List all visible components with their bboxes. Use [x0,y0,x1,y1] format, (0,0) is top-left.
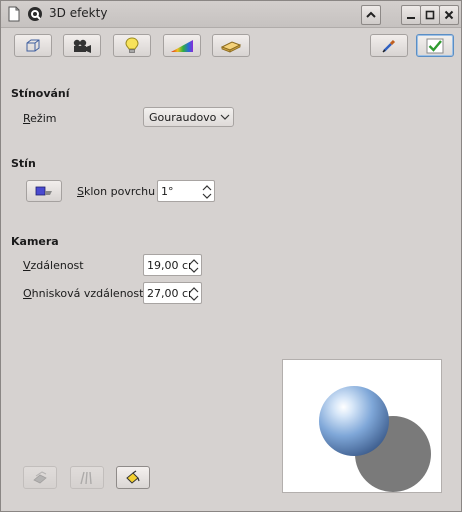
3d-effects-dialog: 3D efekty Stínování Režim Gouraudovo Stí… [0,0,462,512]
slant-label: Sklon povrchu [77,185,155,198]
spin-up-icon[interactable] [188,284,200,293]
distance-label-text: zdálenost [30,259,84,272]
material-button[interactable] [212,34,250,57]
slant-spinbox [157,180,215,202]
paint-bucket-icon [126,470,140,484]
lightbulb-icon [125,36,139,53]
spin-up-icon[interactable] [188,256,200,265]
shade-button[interactable] [361,5,381,25]
focal-length-label: Ohnisková vzdálenost [23,287,143,300]
shadow-section-title: Stín [11,157,36,170]
shadow-toggle-button[interactable] [26,180,62,202]
chevron-up-icon [366,11,376,18]
checkmark-icon [426,38,444,53]
shading-button[interactable] [63,34,101,57]
distance-label: Vzdálenost [23,259,84,272]
sphere-preview-image [319,386,431,492]
shadow-icon [35,186,52,196]
camera-icon [73,39,91,53]
spin-up-icon[interactable] [201,182,213,191]
3d-preview[interactable] [282,359,442,493]
focal-label-mnemonic: O [23,287,32,300]
spin-down-icon[interactable] [188,265,200,274]
mode-label: Režim [23,112,56,125]
chevron-down-icon [217,114,233,120]
material-icon [220,40,242,53]
title-bar: 3D efekty [1,1,461,28]
maximize-button[interactable] [420,5,440,25]
colored-light-preview-button[interactable] [116,466,150,489]
distance-spinner-arrows[interactable] [188,256,200,274]
distance-spinbox [143,254,202,276]
geometry-button[interactable] [14,34,52,57]
slant-label-text: klon povrchu [83,185,156,198]
distance-label-mnemonic: V [23,259,31,272]
slant-input[interactable] [158,181,203,201]
close-icon [444,10,454,20]
spin-down-icon[interactable] [188,293,200,302]
close-button[interactable] [439,5,459,25]
minimize-button[interactable] [401,5,421,25]
document-icon [8,6,20,22]
mode-dropdown-value: Gouraudovo [149,110,217,124]
mode-dropdown[interactable]: Gouraudovo [143,107,234,127]
convert-3d-icon [33,470,47,483]
window-title: 3D efekty [49,6,108,20]
focal-length-input[interactable] [144,283,191,303]
camera-section-title: Kamera [11,235,59,248]
mode-label-text: ežim [30,112,57,125]
focal-length-spinbox [143,282,202,304]
focal-spinner-arrows[interactable] [188,284,200,302]
perspective-button[interactable] [70,466,104,489]
distance-input[interactable] [144,255,191,275]
minimize-icon [407,17,415,19]
illumination-button[interactable] [113,34,151,57]
assign-button[interactable] [416,34,454,57]
perspective-icon [80,471,92,484]
spin-down-icon[interactable] [201,191,213,200]
cube-icon [26,39,40,51]
update-button[interactable] [370,34,408,57]
textures-button[interactable] [163,34,201,57]
gradient-icon [171,39,193,52]
maximize-icon [425,10,435,20]
shading-section-title: Stínování [11,87,70,100]
focal-label-text: hnisková vzdálenost [31,287,144,300]
window-menu-icon[interactable] [27,6,43,22]
slant-label-mnemonic: S [77,185,84,198]
eyedropper-icon [382,39,396,53]
slant-spinner-arrows[interactable] [201,182,213,200]
convert-to-3d-button[interactable] [23,466,57,489]
